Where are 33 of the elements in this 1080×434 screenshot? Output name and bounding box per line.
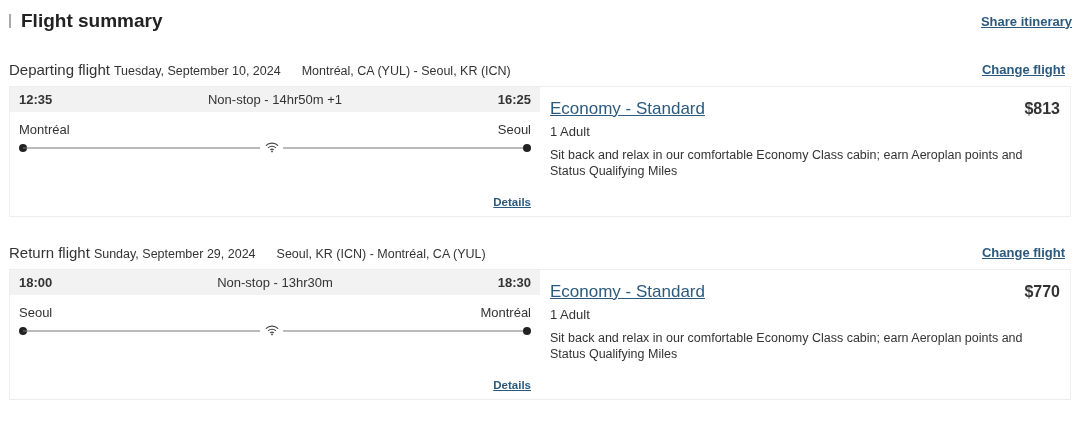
title-accent-bar: [9, 14, 11, 28]
fare-description: Sit back and relax in our comfortable Economy Class cabin; earn Aeroplan points and Status Qualifying Miles: [550, 330, 1024, 362]
wifi-icon: [265, 324, 279, 336]
fare-link[interactable]: Economy - Standard: [550, 99, 705, 119]
change-flight-link[interactable]: Change flight: [981, 244, 1065, 260]
arrival-time: 16:25: [497, 92, 531, 107]
origin-city: Seoul: [19, 305, 53, 320]
share-itinerary-link[interactable]: Share itinerary: [980, 13, 1072, 29]
details-link[interactable]: Details: [493, 196, 531, 208]
flight-date: Sunday, September 29, 2024: [93, 246, 256, 261]
flight-route: Montréal, CA (YUL) - Seoul, KR (ICN): [301, 63, 511, 78]
passenger-count: 1 Adult: [550, 124, 591, 139]
passenger-count: 1 Adult: [550, 307, 591, 322]
arrival-time: 18:30: [497, 275, 531, 290]
departure-time: 18:00: [19, 275, 53, 290]
fare-price: $813: [1024, 100, 1060, 118]
departure-time: 12:35: [19, 92, 53, 107]
fare-description: Sit back and relax in our comfortable Economy Class cabin; earn Aeroplan points and Status Qualifying Miles: [550, 147, 1024, 179]
fare-link[interactable]: Economy - Standard: [550, 282, 705, 302]
flight-route: Seoul, KR (ICN) - Montréal, CA (YUL): [276, 246, 486, 261]
flight-duration: Non-stop - 14hr50m +1: [207, 92, 342, 107]
flight-date: Tuesday, September 10, 2024: [113, 63, 281, 78]
page-title: Flight summary: [21, 10, 163, 32]
flight-label: Departing flight: [9, 60, 110, 78]
change-flight-link[interactable]: Change flight: [981, 61, 1065, 77]
flight-label: Return flight: [9, 243, 90, 261]
details-link[interactable]: Details: [493, 379, 531, 391]
destination-city: Seoul: [497, 122, 531, 137]
wifi-icon: [265, 141, 279, 153]
destination-city: Montréal: [480, 305, 531, 320]
origin-city: Montréal: [19, 122, 70, 137]
flight-duration: Non-stop - 13hr30m: [217, 275, 333, 290]
fare-price: $770: [1024, 283, 1060, 301]
